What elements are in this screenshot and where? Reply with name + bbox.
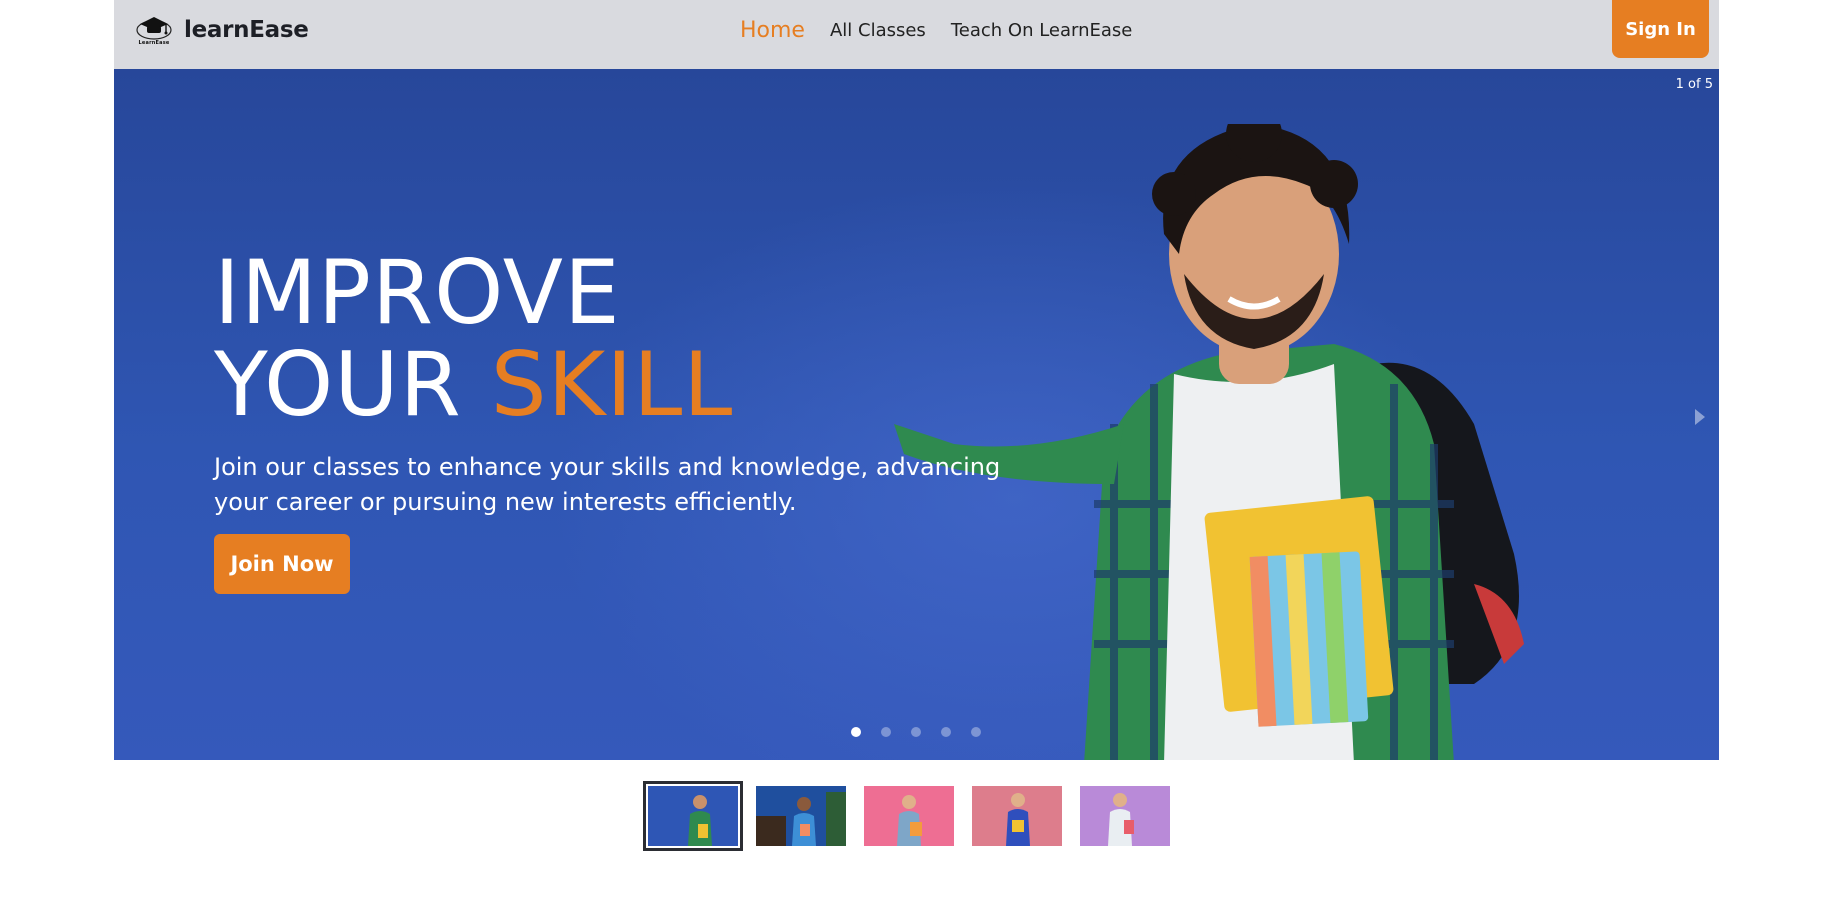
hero-title-line1: IMPROVE <box>214 241 621 344</box>
hero-title: IMPROVE YOUR SKILL <box>214 247 733 431</box>
thumbnail-2[interactable] <box>756 786 846 846</box>
hero-carousel: 1 of 5 IMPROVE YOUR SKILL Join our class… <box>114 69 1719 760</box>
hero-title-accent: SKILL <box>490 333 734 436</box>
carousel-dot-5[interactable] <box>971 727 981 737</box>
nav-links: Home All Classes Teach On LearnEase <box>740 0 1157 61</box>
hero-subtitle: Join our classes to enhance your skills … <box>214 453 1001 516</box>
chevron-right-icon[interactable] <box>1693 407 1707 427</box>
join-now-button[interactable]: Join Now <box>214 534 350 594</box>
logo-text: LearnEase <box>138 39 170 46</box>
thumbnail-4[interactable] <box>972 786 1062 846</box>
hero-title-line2-prefix: YOUR <box>214 333 462 436</box>
brand[interactable]: LearnEase learnEase <box>134 12 309 48</box>
nav-link-home[interactable]: Home <box>740 18 805 43</box>
thumbnail-strip <box>643 781 1188 851</box>
carousel-dot-3[interactable] <box>911 727 921 737</box>
carousel-dot-4[interactable] <box>941 727 951 737</box>
carousel-dot-1[interactable] <box>851 727 861 737</box>
brand-name: learnEase <box>184 17 309 43</box>
student-image <box>894 124 1524 760</box>
carousel-dot-2[interactable] <box>881 727 891 737</box>
thumbnail-1[interactable] <box>643 781 743 851</box>
carousel-dots <box>851 727 1001 737</box>
graduation-cap-icon: LearnEase <box>134 12 174 48</box>
sign-in-button[interactable]: Sign In <box>1612 0 1709 58</box>
page: LearnEase learnEase Home All Classes Tea… <box>0 0 1831 901</box>
nav-link-teach-on-learnease[interactable]: Teach On LearnEase <box>951 20 1133 41</box>
nav-link-all-classes[interactable]: All Classes <box>830 20 926 41</box>
thumbnail-3[interactable] <box>864 786 954 846</box>
navbar: LearnEase learnEase Home All Classes Tea… <box>114 0 1719 69</box>
thumbnail-5[interactable] <box>1080 786 1170 846</box>
slide-counter: 1 of 5 <box>1675 77 1713 92</box>
